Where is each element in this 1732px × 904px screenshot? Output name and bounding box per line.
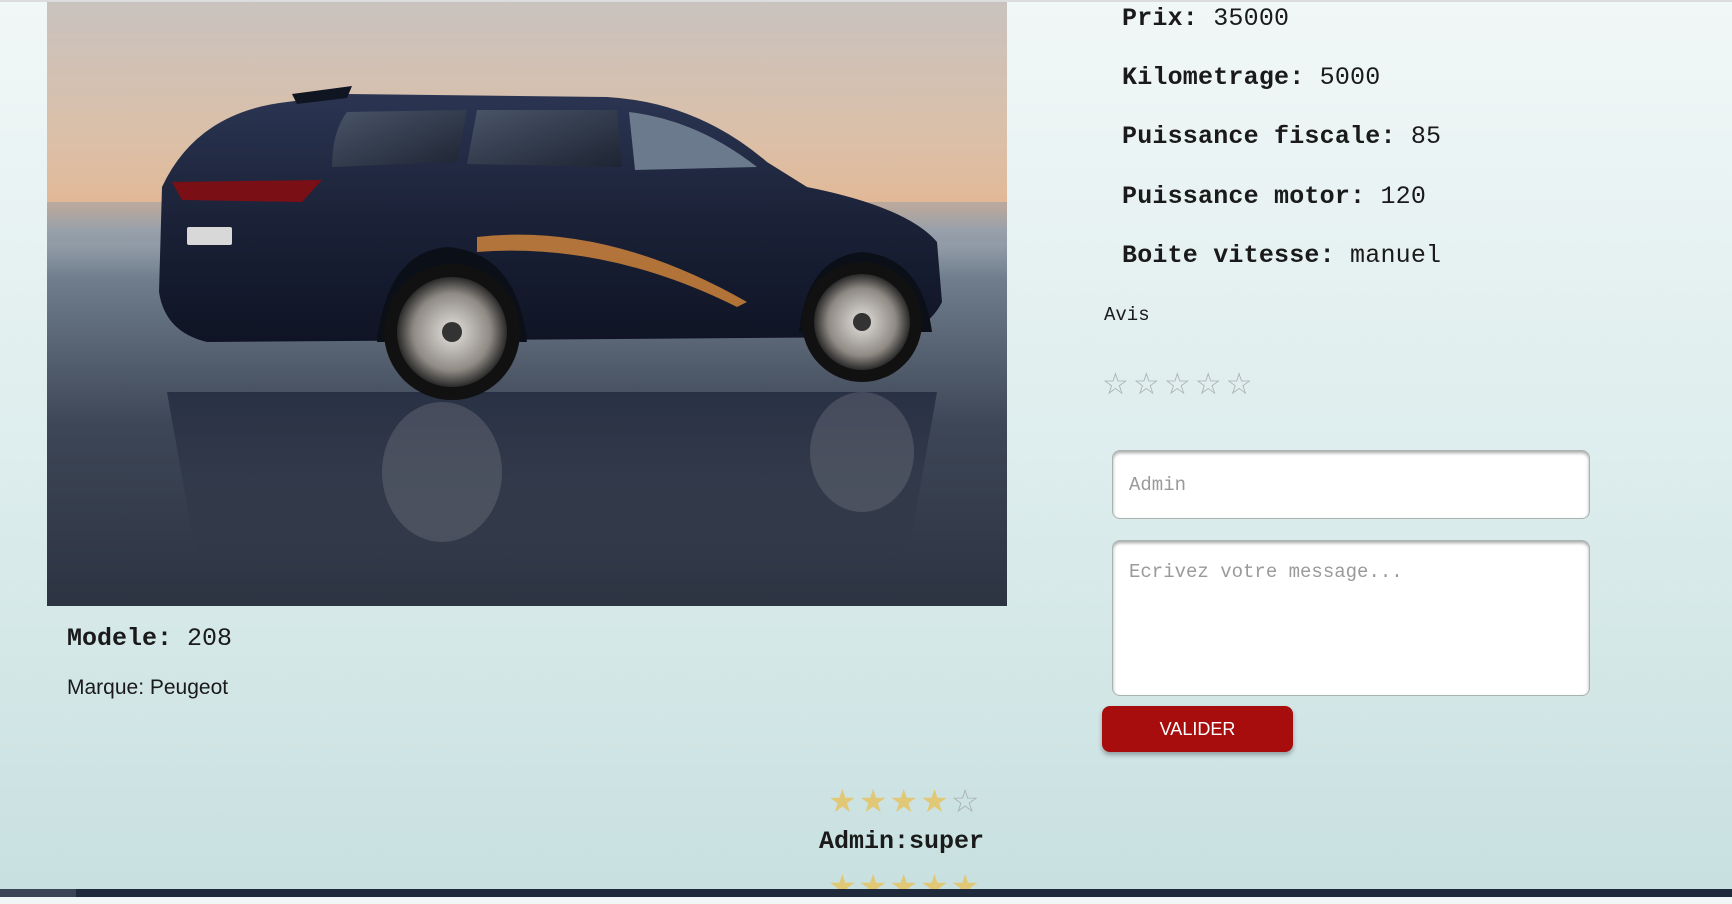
star-filled-icon: ★ xyxy=(828,868,857,904)
spec-label: Prix: xyxy=(1122,4,1199,33)
spec-kilometrage: Kilometrage: 5000 xyxy=(1122,63,1380,92)
message-textarea[interactable] xyxy=(1112,540,1590,696)
star-empty-icon: ☆ xyxy=(950,783,980,819)
rating-star-4-icon[interactable]: ☆ xyxy=(1195,369,1222,401)
car-marque: Marque: Peugeot xyxy=(67,676,229,699)
rating-star-5-icon[interactable]: ☆ xyxy=(1226,369,1253,401)
star-filled-icon: ★ xyxy=(889,868,919,904)
name-input[interactable] xyxy=(1112,450,1590,519)
star-filled-icon: ★ xyxy=(950,868,980,904)
modele-value: 208 xyxy=(187,624,233,653)
spec-value: 120 xyxy=(1380,182,1427,211)
car-modele: Modele: 208 xyxy=(67,624,232,653)
spec-value: 85 xyxy=(1410,122,1442,151)
spec-value: 35000 xyxy=(1213,4,1290,33)
review-rating: ★ ★ ★ ★ ☆ xyxy=(828,785,979,817)
star-filled-icon: ★ xyxy=(858,868,888,904)
spec-prix: Prix: 35000 xyxy=(1122,4,1289,33)
star-filled-icon: ★ xyxy=(858,783,888,819)
rating-star-1-icon[interactable]: ☆ xyxy=(1102,369,1129,401)
spec-boite-vitesse: Boite vitesse: manuel xyxy=(1122,241,1441,270)
review-rating: ★ ★ ★ ★ ★ xyxy=(828,870,979,902)
spec-label: Boite vitesse: xyxy=(1122,241,1335,270)
submit-button[interactable]: VALIDER xyxy=(1102,706,1293,752)
rating-star-2-icon[interactable]: ☆ xyxy=(1133,369,1160,401)
spec-label: Puissance fiscale: xyxy=(1122,122,1396,151)
spec-label: Puissance motor: xyxy=(1122,182,1366,211)
review-text: Admin:super xyxy=(819,827,985,856)
star-filled-icon: ★ xyxy=(828,783,857,819)
spec-puissance-fiscale: Puissance fiscale: 85 xyxy=(1122,122,1441,151)
rating-star-3-icon[interactable]: ☆ xyxy=(1164,369,1191,401)
spec-label: Kilometrage: xyxy=(1122,63,1305,92)
rating-input[interactable]: ☆ ☆ ☆ ☆ ☆ xyxy=(1102,369,1253,401)
car-image xyxy=(47,2,1007,606)
footer-tab xyxy=(0,889,76,897)
footer-bar xyxy=(0,889,1732,897)
spec-puissance-motor: Puissance motor: 120 xyxy=(1122,182,1426,211)
spec-value: manuel xyxy=(1350,241,1442,270)
star-filled-icon: ★ xyxy=(889,783,919,819)
spec-value: 5000 xyxy=(1319,63,1381,92)
star-filled-icon: ★ xyxy=(920,868,949,904)
modele-label: Modele: xyxy=(67,624,173,653)
star-filled-icon: ★ xyxy=(920,783,949,819)
review-form-title: Avis xyxy=(1104,304,1150,326)
